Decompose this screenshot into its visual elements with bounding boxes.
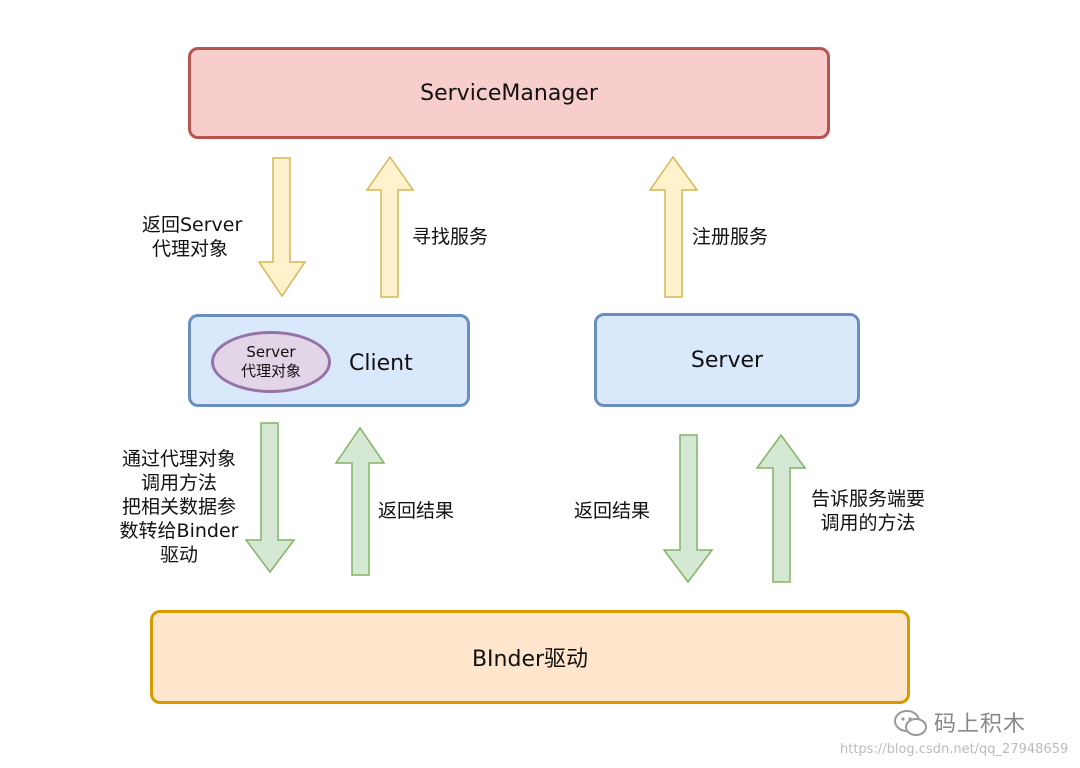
arrow-register-service (648, 155, 699, 298)
label-server-notify: 告诉服务端要 调用的方法 (810, 488, 925, 534)
wechat-icon (894, 710, 927, 736)
watermark-url: https://blog.csdn.net/qq_27948659 (840, 742, 1069, 757)
proxy-label-line1: Server (246, 343, 296, 361)
server-proxy-ellipse: Server 代理对象 (211, 331, 331, 393)
client-label: Client (349, 351, 413, 376)
label-find-service: 寻找服务 (412, 226, 489, 248)
binder-driver-node: BInder驱动 (150, 610, 910, 704)
label-client-result: 返回结果 (378, 500, 455, 522)
watermark-brand: 码上积木 (934, 712, 1027, 737)
server-node: Server (594, 313, 860, 407)
arrow-client-call (244, 422, 296, 574)
label-server-result: 返回结果 (574, 500, 651, 522)
service-manager-node: ServiceManager (188, 47, 830, 139)
label-client-call: 通过代理对象 调用方法 把相关数据参 数转给Binder 驱动 (119, 448, 239, 566)
binder-label: BInder驱动 (471, 647, 589, 672)
label-register-service: 注册服务 (692, 226, 769, 248)
label-return-proxy: 返回Server 代理对象 (142, 214, 243, 260)
proxy-label-line2: 代理对象 (240, 362, 301, 380)
server-label: Server (690, 347, 764, 373)
arrow-return-proxy (257, 157, 307, 298)
arrow-client-result (334, 426, 386, 576)
service-manager-label: ServiceManager (420, 80, 598, 106)
arrow-find-service (365, 155, 415, 298)
arrow-server-result (662, 434, 714, 584)
client-node: Server 代理对象 Client (188, 314, 470, 407)
arrow-server-notify (755, 433, 807, 583)
